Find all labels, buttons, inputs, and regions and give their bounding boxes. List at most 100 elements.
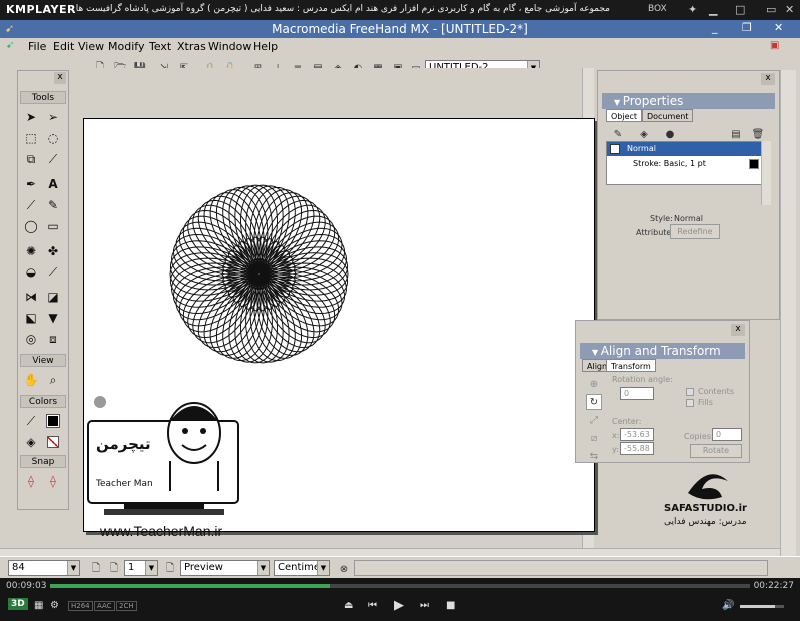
zoom-icon[interactable]: ⌕ [44,371,62,389]
list-item-stroke[interactable]: Stroke: Basic, 1 pt [607,157,765,171]
move-icon[interactable]: ⊕ [586,376,602,392]
fills-checkbox[interactable] [686,399,694,407]
trash-icon[interactable]: 🗑 [750,126,766,142]
scale-icon[interactable]: ⤢ [586,412,602,428]
close-icon[interactable]: ✕ [785,3,794,16]
menu-help[interactable]: Help [253,40,278,53]
align-transform-close-icon[interactable]: x [731,324,745,336]
add-stroke-icon[interactable]: ✎ [610,126,626,142]
line-tool-icon[interactable]: ⟋ [22,196,40,214]
eyedropper-icon[interactable]: ⟋ [44,150,62,168]
box-label[interactable]: BOX [648,4,667,14]
subselect-icon[interactable]: ➢ [44,108,62,126]
minimize-icon[interactable]: ▁ [709,3,717,16]
menu-view[interactable]: View [78,40,104,53]
duplicate-icon[interactable]: ▤ [728,126,744,142]
lasso-icon[interactable]: ◌ [44,129,62,147]
chevron-down-icon[interactable]: ▼ [67,561,79,575]
cancel-render-icon[interactable]: ⊗ [336,561,352,577]
add-effect-icon[interactable]: ● [662,126,678,142]
connector-icon[interactable]: ⧒ [22,288,40,306]
rotate-button[interactable]: Rotate [690,444,742,458]
stroke-color-icon[interactable]: ⟋ [22,412,40,430]
panel-scrollbar[interactable] [780,70,796,570]
outer-spiro-ring[interactable] [169,184,349,364]
freeform-tool-icon[interactable]: ✤ [44,242,62,260]
brush-icon[interactable]: ⟋ [44,263,62,281]
rectangle-tool-icon[interactable]: ▭ [44,217,62,235]
page-icon[interactable]: 🗋 [106,561,122,577]
pointer-icon[interactable]: ➤ [22,108,40,126]
properties-scrollbar[interactable] [761,141,771,205]
next-page-icon[interactable]: 🗋 [162,561,178,577]
snap-to-point-icon[interactable]: ⟠ [22,472,40,490]
volume-slider[interactable] [740,605,784,608]
next-icon[interactable]: ⏭ [420,600,429,611]
spiral-tool-icon[interactable]: ✺ [22,242,40,260]
menu-text[interactable]: Text [149,40,171,53]
document-page[interactable]: تیچرمن Teacher Man [83,118,595,532]
list-item-normal[interactable]: Normal [607,142,765,156]
chevron-down-icon[interactable]: ▼ [257,561,269,575]
horizontal-scrollbar[interactable] [0,548,780,556]
skew-icon[interactable]: ⧄ [586,430,602,446]
contents-checkbox[interactable] [686,388,694,396]
tools-close-icon[interactable]: x [54,72,66,84]
page-tool-icon[interactable]: ⬚ [22,129,40,147]
hand-tool-extra-icon[interactable]: ⧈ [44,330,62,348]
chart-tool-icon[interactable]: ▼ [44,309,62,327]
center-x-input[interactable]: -53.63 [620,428,654,441]
fill-none-swatch[interactable] [44,433,62,451]
page-select[interactable]: 1 ▼ [124,560,158,576]
copies-input[interactable]: 0 [712,428,742,441]
center-y-input[interactable]: -55.88 [620,442,654,455]
eraser-icon[interactable]: ◒ [22,263,40,281]
ellipse-tool-icon[interactable]: ◯ [22,217,40,235]
tab-transform[interactable]: Transform [606,359,656,372]
menu-window[interactable]: Window [208,40,251,53]
window-minimize-icon[interactable]: _ [712,21,718,34]
chevron-down-icon[interactable]: ▼ [145,561,157,575]
collapse-arrow-icon[interactable]: ▼ [614,98,623,107]
view-mode-select[interactable]: Preview ▼ [180,560,270,576]
seek-bar[interactable] [50,584,750,588]
badge-3d[interactable]: 3D [8,598,28,610]
redefine-button[interactable]: Redefine [670,224,720,239]
menu-edit[interactable]: Edit [53,40,74,53]
scale-tool-icon[interactable]: ⧉ [22,150,40,168]
tab-document[interactable]: Document [642,109,694,122]
add-fill-icon[interactable]: ◈ [636,126,652,142]
pencil-icon[interactable]: ✎ [44,196,62,214]
tab-object[interactable]: Object [606,109,643,122]
window-restore-icon[interactable]: ❐ [742,21,752,34]
units-select[interactable]: Centimeter ▼ [274,560,330,576]
stroke-swatch[interactable] [44,412,62,430]
maximize-icon[interactable]: □ [735,3,745,16]
doc-close-icon[interactable]: ▣ [770,40,779,51]
fullscreen-icon[interactable]: ▭ [766,3,776,16]
rotate-icon[interactable]: ↻ [586,394,602,410]
menu-xtras[interactable]: Xtras [177,40,206,53]
shape-tool-icon[interactable]: ◪ [44,288,62,306]
pen-icon[interactable]: ✒ [22,175,40,193]
collapse-arrow-icon[interactable]: ▼ [592,348,601,357]
hand-icon[interactable]: ✋ [22,371,40,389]
menu-file[interactable]: File [28,40,46,53]
text-tool-icon[interactable]: A [44,175,62,193]
previous-icon[interactable]: ⏮ [368,600,377,611]
play-icon[interactable]: ▶ [394,598,404,613]
mirror-tool-icon[interactable]: ⬕ [22,309,40,327]
properties-close-icon[interactable]: x [761,73,775,85]
chevron-down-icon[interactable]: ▼ [317,561,329,575]
pin-icon[interactable]: ✦ [688,3,697,16]
menu-modify[interactable]: Modify [108,40,144,53]
stop-icon[interactable]: ■ [446,600,455,611]
zoom-select[interactable]: 84 ▼ [8,560,80,576]
settings-icon[interactable]: ⚙ [50,600,59,611]
snap-to-guide-icon[interactable]: ⟠ [44,472,62,490]
reflect-icon[interactable]: ⇆ [586,448,602,464]
eject-icon[interactable]: ⏏ [344,600,353,611]
fill-color-icon[interactable]: ◈ [22,433,40,451]
prev-page-icon[interactable]: 🗋 [88,561,104,577]
speaker-icon[interactable]: 🔊 [722,600,734,611]
